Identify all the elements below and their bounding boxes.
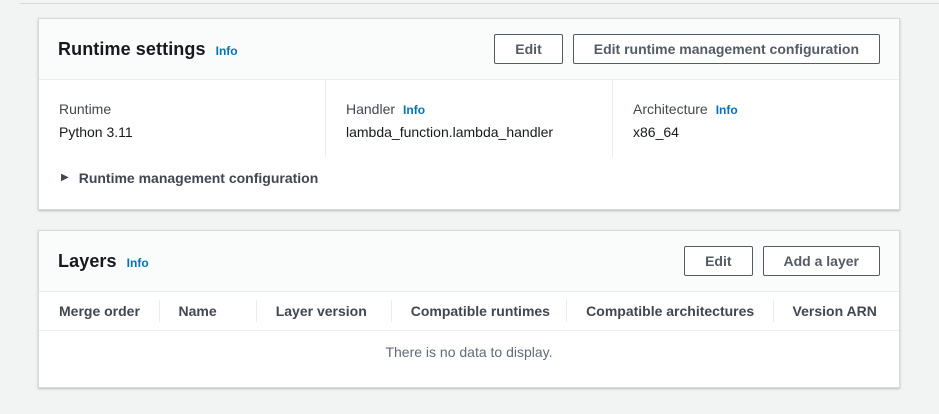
layers-title-group: Layers Info	[58, 251, 149, 272]
column-header-name: Name	[159, 292, 256, 330]
runtime-settings-title-group: Runtime settings Info	[58, 39, 238, 60]
column-header-compatible-architectures: Compatible architectures	[566, 292, 772, 330]
runtime-settings-header: Runtime settings Info Edit Edit runtime …	[39, 19, 899, 80]
page-top-divider	[20, 3, 939, 4]
edit-layers-button[interactable]: Edit	[684, 246, 752, 276]
edit-runtime-settings-button[interactable]: Edit	[494, 34, 562, 64]
runtime-settings-fields: Runtime Python 3.11 Handler Info lambda_…	[39, 80, 899, 157]
column-header-layer-version: Layer version	[256, 292, 391, 330]
runtime-field: Runtime Python 3.11	[39, 80, 325, 157]
runtime-value: Python 3.11	[59, 123, 305, 141]
architecture-field: Architecture Info x86_64	[612, 80, 899, 157]
column-header-compatible-runtimes: Compatible runtimes	[391, 292, 566, 330]
layers-table-header: Merge order Name Layer version Compatibl…	[39, 292, 899, 330]
layers-header: Layers Info Edit Add a layer	[39, 231, 899, 292]
runtime-management-configuration-expander[interactable]: ▶ Runtime management configuration	[39, 157, 899, 209]
architecture-value: x86_64	[633, 123, 879, 141]
runtime-settings-card: Runtime settings Info Edit Edit runtime …	[38, 18, 900, 210]
handler-info-link[interactable]: Info	[403, 103, 425, 117]
layers-actions: Edit Add a layer	[684, 246, 880, 276]
layers-card: Layers Info Edit Add a layer Merge order…	[38, 230, 900, 388]
handler-field: Handler Info lambda_function.lambda_hand…	[325, 80, 612, 157]
architecture-info-link[interactable]: Info	[716, 103, 738, 117]
add-a-layer-button[interactable]: Add a layer	[763, 246, 880, 276]
layers-info-link[interactable]: Info	[127, 256, 149, 270]
runtime-settings-info-link[interactable]: Info	[216, 44, 238, 58]
column-header-version-arn: Version ARN	[773, 292, 899, 330]
architecture-label: Architecture	[633, 100, 708, 118]
edit-runtime-management-configuration-button[interactable]: Edit runtime management configuration	[573, 34, 880, 64]
runtime-label: Runtime	[59, 100, 111, 118]
handler-label: Handler	[346, 100, 395, 118]
handler-value: lambda_function.lambda_handler	[346, 123, 592, 141]
runtime-settings-actions: Edit Edit runtime management configurati…	[494, 34, 880, 64]
layers-title: Layers	[58, 251, 117, 272]
expand-caret-icon: ▶	[61, 173, 69, 183]
runtime-management-configuration-expander-label: Runtime management configuration	[79, 170, 319, 186]
column-header-merge-order: Merge order	[39, 292, 159, 330]
runtime-settings-title: Runtime settings	[58, 39, 206, 60]
layers-empty-state: There is no data to display.	[39, 331, 899, 387]
